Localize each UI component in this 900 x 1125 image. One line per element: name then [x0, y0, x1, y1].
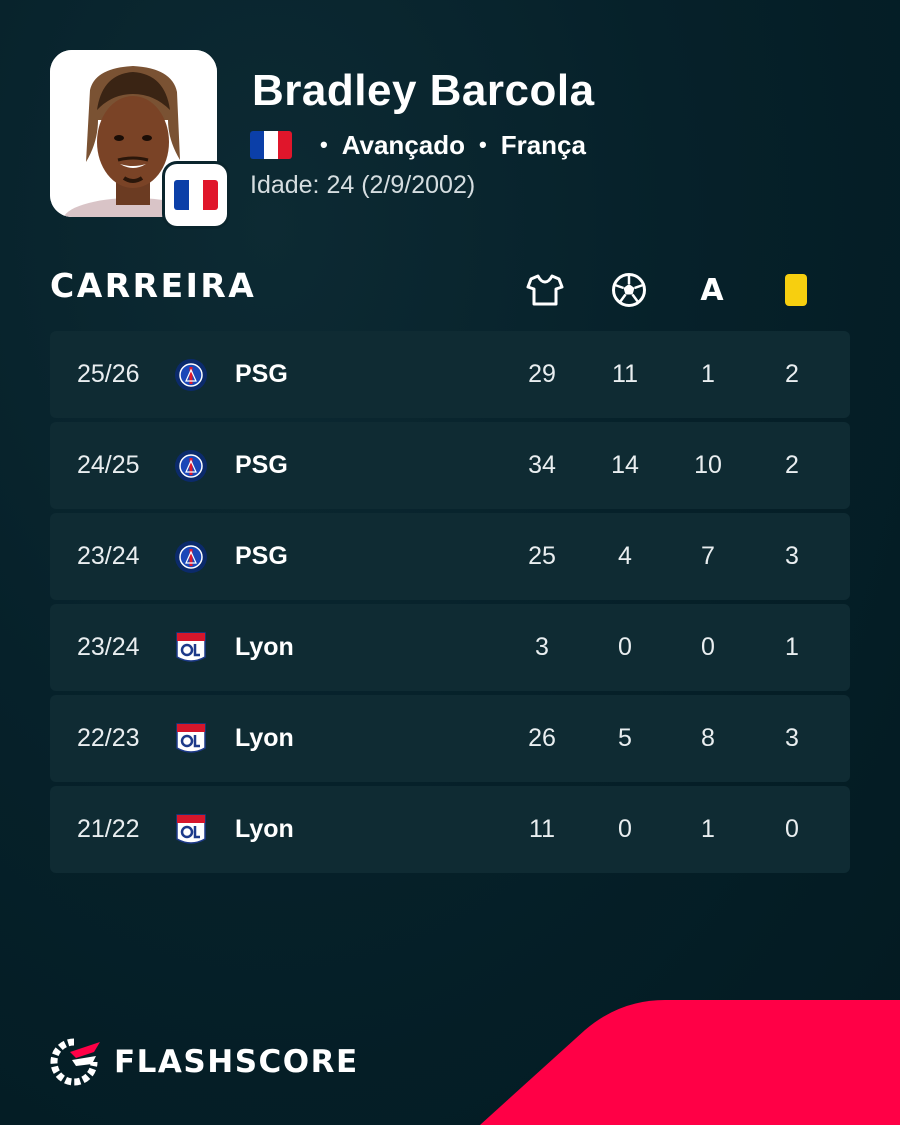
assists: 7 — [701, 542, 715, 570]
lyon-logo-icon — [176, 632, 206, 662]
player-name: Bradley Barcola — [252, 66, 595, 115]
psg-logo-icon — [175, 359, 207, 391]
career-row: 23/24 Lyon 3 0 0 1 — [50, 604, 850, 691]
appearances: 25 — [528, 542, 556, 570]
career-table: 25/26 PSG 29 11 1 2 24/25 PSG 34 14 10 2… — [50, 331, 850, 877]
yellow-cards: 0 — [785, 815, 799, 843]
psg-logo-icon — [175, 450, 207, 482]
club-name: PSG — [235, 360, 288, 388]
appearances: 29 — [528, 360, 556, 388]
appearances: 11 — [529, 815, 555, 843]
career-row: 22/23 Lyon 26 5 8 3 — [50, 695, 850, 782]
yellow-cards: 2 — [785, 360, 799, 388]
shirt-icon — [525, 270, 565, 310]
yellow-cards: 3 — [785, 542, 799, 570]
season: 22/23 — [77, 724, 140, 752]
assists: 1 — [701, 360, 715, 388]
assist-icon: A — [700, 272, 724, 308]
france-flag-icon — [174, 180, 218, 210]
flashscore-logo-icon — [50, 1038, 100, 1086]
season: 24/25 — [77, 451, 140, 479]
season: 23/24 — [77, 633, 140, 661]
assists: 10 — [694, 451, 722, 479]
career-row: 21/22 Lyon 11 0 1 0 — [50, 786, 850, 873]
yellow-cards: 2 — [785, 451, 799, 479]
appearances: 34 — [528, 451, 556, 479]
yellow-cards: 3 — [785, 724, 799, 752]
separator-dot: • — [479, 132, 487, 157]
lyon-logo-icon — [176, 814, 206, 844]
yellow-cards: 1 — [785, 633, 799, 661]
separator-dot: • — [320, 132, 328, 157]
season: 21/22 — [77, 815, 140, 843]
france-flag-icon — [250, 131, 292, 159]
club-name: PSG — [235, 451, 288, 479]
ball-icon — [609, 270, 649, 310]
career-row: 24/25 PSG 34 14 10 2 — [50, 422, 850, 509]
brand-name: FLASHSCORE — [114, 1044, 359, 1080]
goals: 4 — [618, 542, 632, 570]
assists: 8 — [701, 724, 715, 752]
club-name: Lyon — [235, 815, 294, 843]
club-name: Lyon — [235, 633, 294, 661]
player-meta: • Avançado • França — [250, 130, 586, 160]
season: 25/26 — [77, 360, 140, 388]
flashscore-brand: FLASHSCORE — [50, 1038, 359, 1086]
appearances: 3 — [535, 633, 549, 661]
career-title: CARREIRA — [50, 266, 257, 305]
player-nationality: França — [500, 129, 586, 160]
nationality-badge — [165, 164, 227, 226]
club-name: PSG — [235, 542, 288, 570]
assists: 1 — [701, 815, 715, 843]
appearances: 26 — [528, 724, 556, 752]
season: 23/24 — [77, 542, 140, 570]
goals: 0 — [618, 633, 632, 661]
club-name: Lyon — [235, 724, 294, 752]
player-age: Idade: 24 (2/9/2002) — [250, 171, 476, 199]
player-position: Avançado — [341, 129, 465, 160]
lyon-logo-icon — [176, 723, 206, 753]
career-row: 23/24 PSG 25 4 7 3 — [50, 513, 850, 600]
assists: 0 — [701, 633, 715, 661]
career-row: 25/26 PSG 29 11 1 2 — [50, 331, 850, 418]
goals: 5 — [618, 724, 632, 752]
goals: 11 — [612, 360, 638, 388]
goals: 14 — [611, 451, 639, 479]
yellow-card-icon — [776, 270, 816, 310]
goals: 0 — [618, 815, 632, 843]
psg-logo-icon — [175, 541, 207, 573]
